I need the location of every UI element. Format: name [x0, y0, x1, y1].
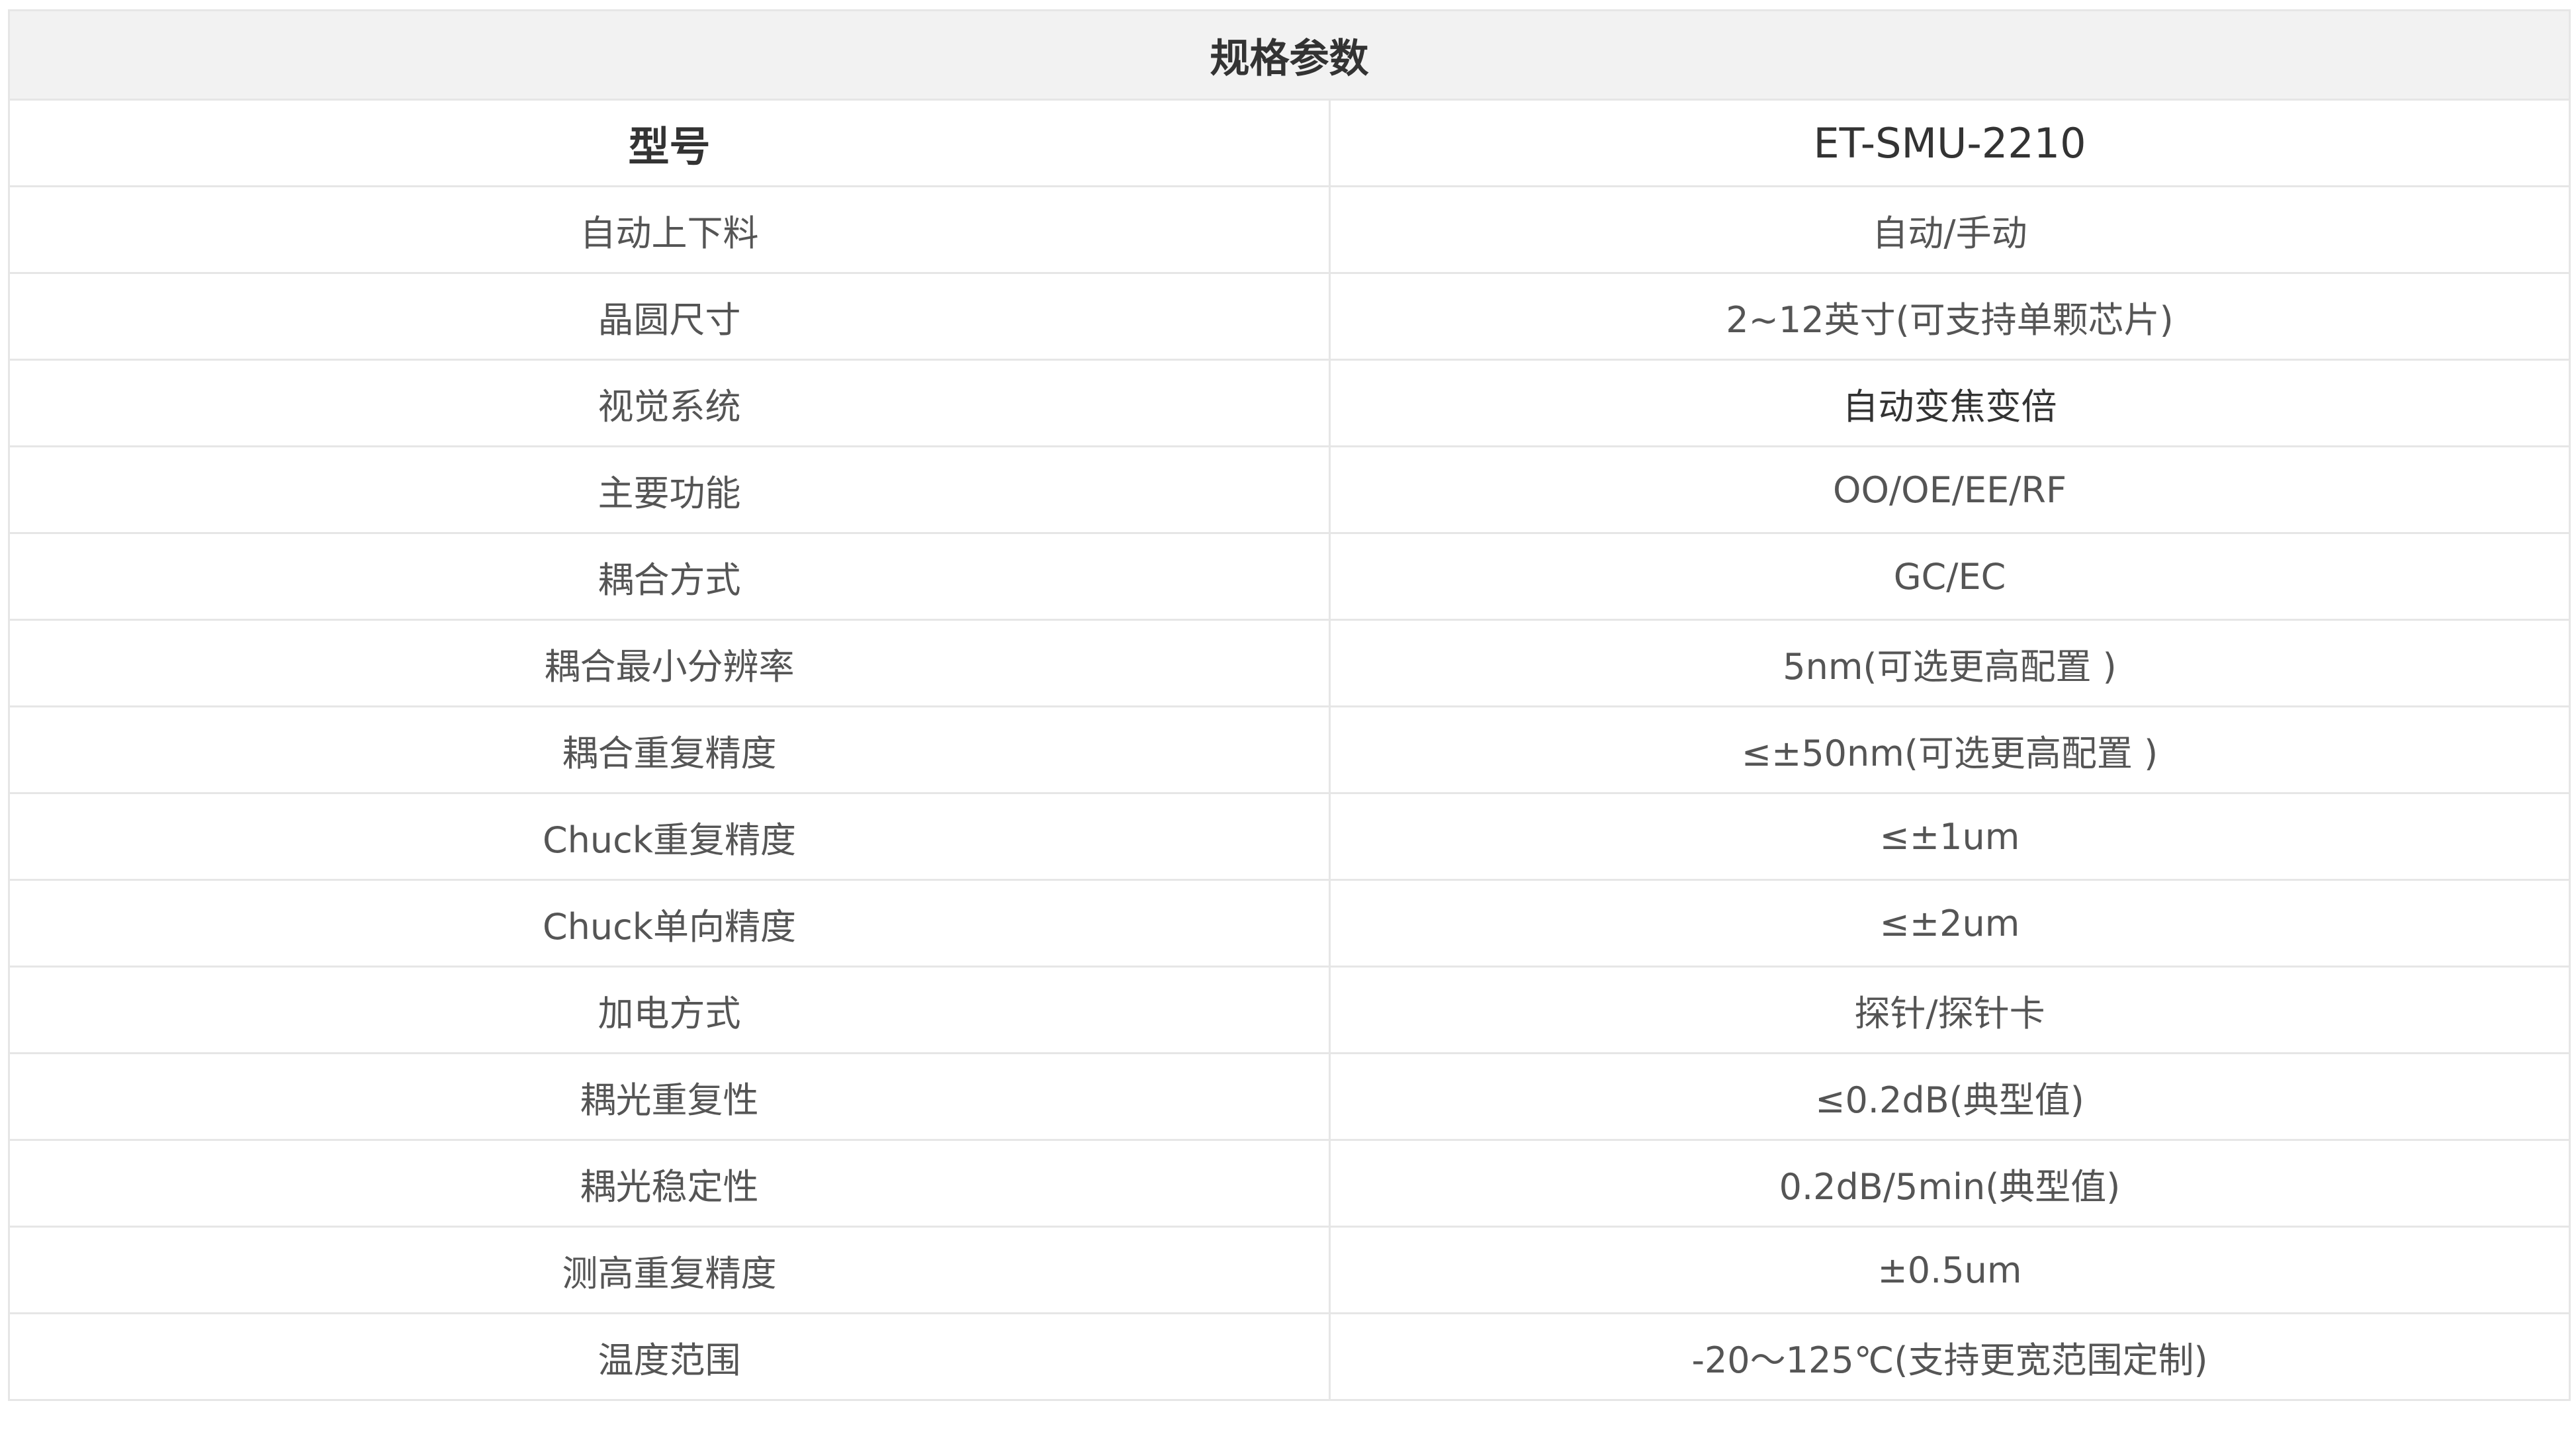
table-row: 耦光稳定性 0.2dB/5min(典型值)	[8, 1139, 2571, 1228]
row-label: 耦合重复精度	[8, 705, 1331, 794]
model-label: 型号	[8, 99, 1331, 187]
table-row: 测高重复精度 ±0.5um	[8, 1226, 2571, 1314]
table-row: 自动上下料 自动/手动	[8, 185, 2571, 274]
row-label: 视觉系统	[8, 359, 1331, 447]
row-value: ≤±50nm(可选更高配置 )	[1329, 705, 2571, 794]
table-row: 温度范围 -20～125℃(支持更宽范围定制)	[8, 1312, 2571, 1401]
row-label: 主要功能	[8, 445, 1331, 534]
row-label: 耦光稳定性	[8, 1139, 1331, 1228]
row-label: 自动上下料	[8, 185, 1331, 274]
table-row: 加电方式 探针/探针卡	[8, 966, 2571, 1054]
table-row: 视觉系统 自动变焦变倍	[8, 359, 2571, 447]
row-label: Chuck单向精度	[8, 879, 1331, 968]
table-row: 耦光重复性 ≤0.2dB(典型值)	[8, 1052, 2571, 1141]
row-label: Chuck重复精度	[8, 792, 1331, 881]
model-row: 型号 ET-SMU-2210	[8, 99, 2571, 187]
table-row: 耦合重复精度 ≤±50nm(可选更高配置 )	[8, 705, 2571, 794]
table-row: 晶圆尺寸 2~12英寸(可支持单颗芯片)	[8, 272, 2571, 361]
table-row: 耦合方式 GC/EC	[8, 532, 2571, 621]
row-label: 耦光重复性	[8, 1052, 1331, 1141]
row-label: 加电方式	[8, 966, 1331, 1054]
row-label: 晶圆尺寸	[8, 272, 1331, 361]
row-value: 探针/探针卡	[1329, 966, 2571, 1054]
row-label: 温度范围	[8, 1312, 1331, 1401]
row-value: 2~12英寸(可支持单颗芯片)	[1329, 272, 2571, 361]
row-value: 自动/手动	[1329, 185, 2571, 274]
spec-table: 规格参数 型号 ET-SMU-2210 自动上下料 自动/手动 晶圆尺寸 2~1…	[8, 9, 2571, 1401]
row-value: ≤±1um	[1329, 792, 2571, 881]
row-label: 耦合最小分辨率	[8, 619, 1331, 707]
table-row: Chuck重复精度 ≤±1um	[8, 792, 2571, 881]
row-value: 自动变焦变倍	[1329, 359, 2571, 447]
table-title: 规格参数	[8, 9, 2571, 101]
table-row: 耦合最小分辨率 5nm(可选更高配置 )	[8, 619, 2571, 707]
table-row: 主要功能 OO/OE/EE/RF	[8, 445, 2571, 534]
row-value: ±0.5um	[1329, 1226, 2571, 1314]
row-value: GC/EC	[1329, 532, 2571, 621]
row-value: -20～125℃(支持更宽范围定制)	[1329, 1312, 2571, 1401]
row-value: 0.2dB/5min(典型值)	[1329, 1139, 2571, 1228]
table-title-row: 规格参数	[8, 9, 2571, 101]
row-value: ≤±2um	[1329, 879, 2571, 968]
row-label: 耦合方式	[8, 532, 1331, 621]
row-value: 5nm(可选更高配置 )	[1329, 619, 2571, 707]
row-label: 测高重复精度	[8, 1226, 1331, 1314]
model-value: ET-SMU-2210	[1329, 99, 2571, 187]
row-value: OO/OE/EE/RF	[1329, 445, 2571, 534]
table-row: Chuck单向精度 ≤±2um	[8, 879, 2571, 968]
row-value: ≤0.2dB(典型值)	[1329, 1052, 2571, 1141]
